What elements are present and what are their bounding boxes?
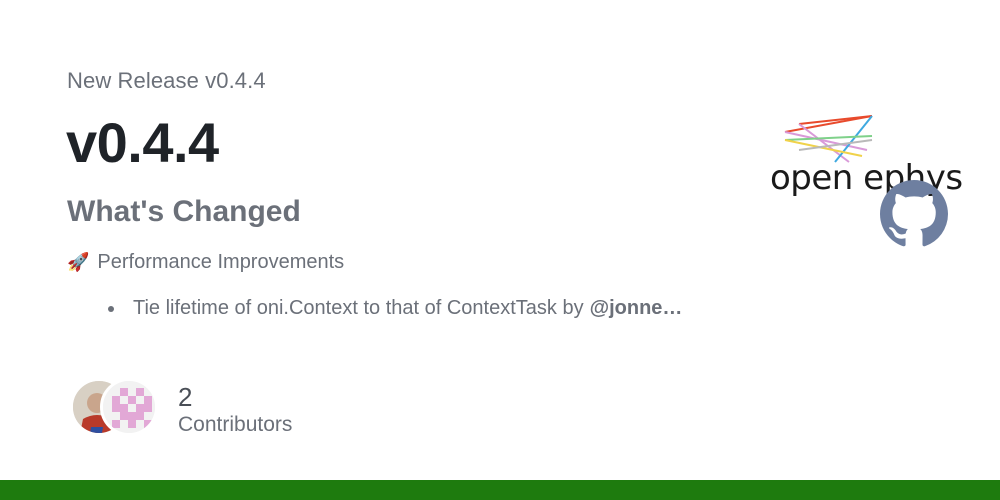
- change-text: Tie lifetime of oni.Context to that of C…: [133, 297, 584, 319]
- avatar[interactable]: [100, 378, 158, 436]
- footer-bar: [0, 480, 1000, 500]
- performance-subheading: 🚀 Performance Improvements: [67, 251, 344, 274]
- contributors-count: 2: [178, 382, 193, 412]
- release-title: v0.4.4: [66, 111, 219, 174]
- release-label: New Release v0.4.4: [67, 68, 266, 93]
- list-item: Tie lifetime of oni.Context to that of C…: [108, 297, 682, 320]
- section-heading: What's Changed: [67, 195, 301, 228]
- github-icon: [880, 180, 948, 247]
- author-mention[interactable]: @jonne…: [590, 297, 683, 320]
- bullet-dot: [108, 305, 114, 312]
- subheading-text: Performance Improvements: [97, 251, 345, 273]
- changes-list: Tie lifetime of oni.Context to that of C…: [108, 297, 682, 320]
- open-ephys-logo: open ephys: [765, 110, 963, 250]
- contributors-label: Contributors: [178, 413, 293, 436]
- rocket-icon: 🚀: [67, 252, 90, 273]
